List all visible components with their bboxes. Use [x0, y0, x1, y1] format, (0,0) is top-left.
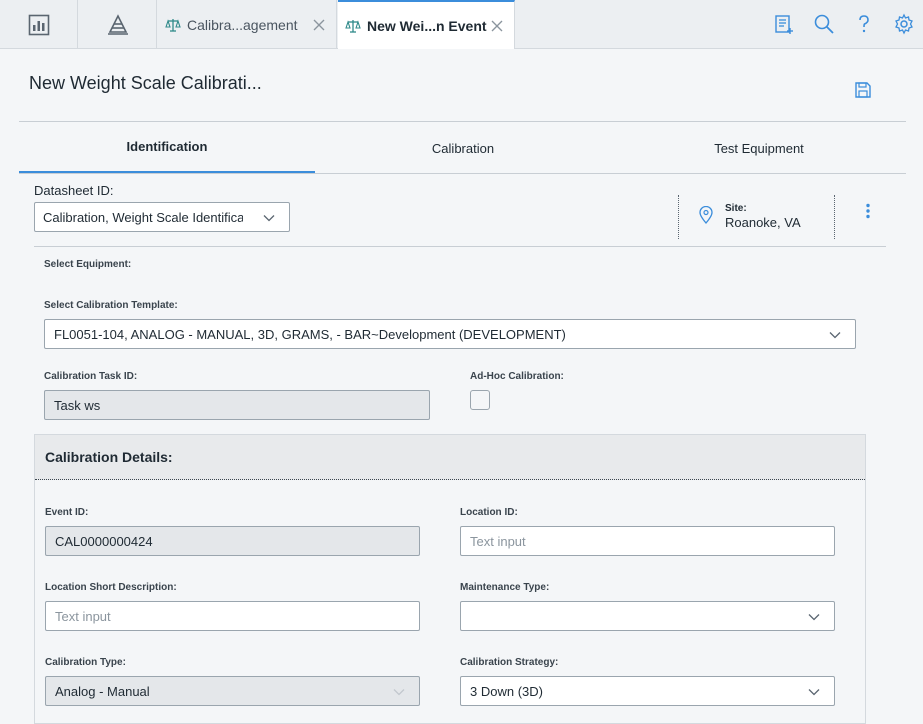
more-options-icon[interactable]: [862, 203, 874, 219]
adhoc-label: Ad-Hoc Calibration:: [470, 371, 564, 382]
location-id-input[interactable]: Text input: [460, 526, 835, 556]
search-icon[interactable]: [813, 13, 835, 35]
chevron-down-icon: [393, 689, 405, 696]
datasheet-value: Calibration, Weight Scale Identification: [43, 209, 243, 225]
datasheet-select[interactable]: Calibration, Weight Scale Identification: [34, 202, 290, 232]
template-select[interactable]: FL0051-104, ANALOG - MANUAL, 3D, GRAMS, …: [44, 319, 856, 349]
tab-label: New Wei...n Event: [367, 17, 487, 34]
scale-icon: [165, 18, 181, 32]
calibration-strategy-label: Calibration Strategy:: [460, 657, 559, 668]
maintenance-type-label: Maintenance Type:: [460, 582, 550, 593]
close-icon[interactable]: [490, 19, 504, 33]
divider: [34, 246, 886, 247]
tab-calibration-management[interactable]: Calibra...agement: [158, 0, 337, 49]
tab-label: Calibra...agement: [187, 16, 298, 33]
event-id-field[interactable]: CAL0000000424: [45, 526, 420, 556]
close-icon[interactable]: [312, 18, 326, 32]
top-bar: Calibra...agement New Wei...n Event: [0, 0, 923, 49]
task-id-field[interactable]: Task ws: [44, 390, 430, 420]
template-label: Select Calibration Template:: [44, 300, 178, 311]
event-id-label: Event ID:: [45, 507, 89, 518]
location-pin-icon: [699, 206, 713, 224]
tab-new-weight-scale-event[interactable]: New Wei...n Event: [338, 0, 515, 49]
calibration-type-label: Calibration Type:: [45, 657, 126, 668]
site-panel: Site: Roanoke, VA: [678, 195, 835, 239]
chevron-down-icon: [808, 689, 820, 696]
section-tabs: Identification Calibration Test Equipmen…: [19, 122, 906, 174]
task-id-label: Calibration Task ID:: [44, 371, 138, 382]
add-report-icon[interactable]: [773, 13, 795, 35]
datasheet-label: Datasheet ID:: [34, 183, 114, 198]
dashboard-button[interactable]: [0, 0, 78, 49]
template-value: FL0051-104, ANALOG - MANUAL, 3D, GRAMS, …: [54, 326, 566, 342]
chevron-down-icon: [829, 332, 841, 339]
location-id-label: Location ID:: [460, 507, 518, 518]
chevron-down-icon: [263, 215, 275, 222]
dashboard-icon: [28, 14, 49, 35]
maintenance-type-select[interactable]: [460, 601, 835, 631]
save-icon[interactable]: [854, 81, 872, 99]
adhoc-checkbox[interactable]: [470, 390, 490, 410]
tab-calibration[interactable]: Calibration: [315, 122, 611, 174]
calibration-strategy-value: 3 Down (3D): [470, 683, 543, 699]
tab-identification[interactable]: Identification: [19, 122, 315, 174]
site-value: Roanoke, VA: [725, 215, 801, 230]
chevron-down-icon: [808, 614, 820, 621]
tab-test-equipment[interactable]: Test Equipment: [611, 122, 907, 174]
scale-icon: [345, 19, 361, 33]
calibration-type-value: Analog - Manual: [55, 683, 150, 699]
help-icon[interactable]: [853, 13, 875, 35]
loc-short-desc-input[interactable]: Text input: [45, 601, 420, 631]
site-label: Site:: [725, 203, 747, 214]
details-title: Calibration Details:: [45, 449, 173, 465]
calibration-strategy-select[interactable]: 3 Down (3D): [460, 676, 835, 706]
loc-short-desc-label: Location Short Description:: [45, 582, 177, 593]
asset-hierarchy-icon: [107, 13, 128, 35]
page-title: New Weight Scale Calibrati...: [29, 73, 262, 93]
settings-icon[interactable]: [893, 13, 915, 35]
asset-hierarchy-button[interactable]: [79, 0, 157, 49]
divider: [19, 173, 906, 174]
calibration-type-select[interactable]: Analog - Manual: [45, 676, 420, 706]
select-equipment-label: Select Equipment:: [44, 259, 132, 270]
details-header: Calibration Details:: [35, 435, 865, 480]
